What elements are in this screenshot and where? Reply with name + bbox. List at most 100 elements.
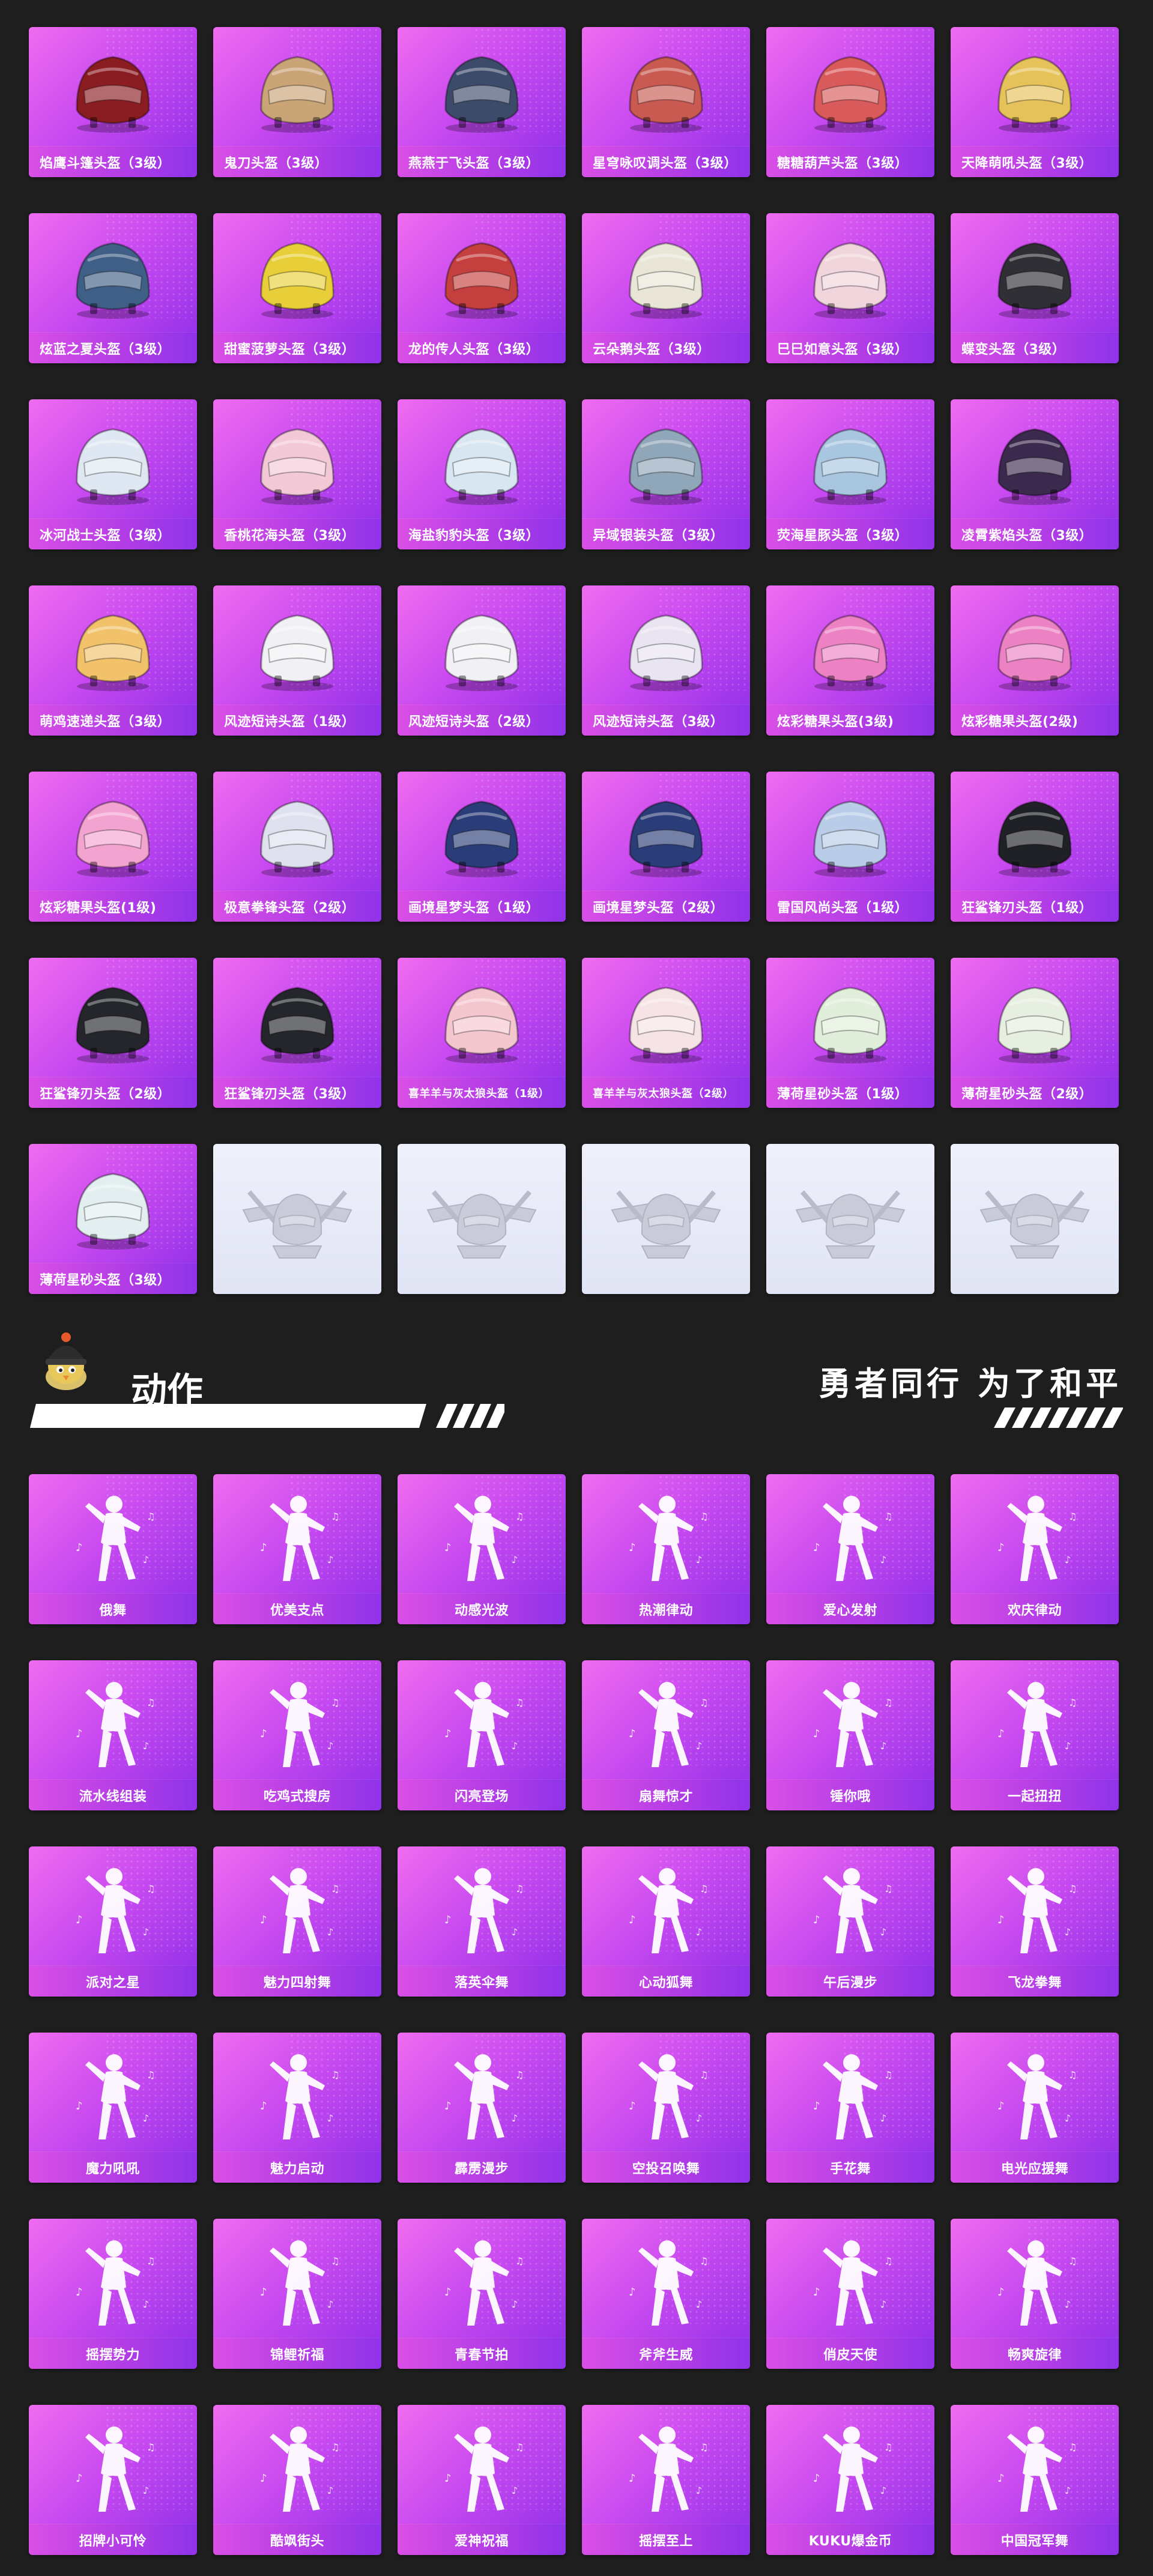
emote-card[interactable]: ♪ ♫ ♪ 魅力四射舞	[213, 1846, 381, 1997]
helmet-card[interactable]: 炫蓝之夏头盔（3级）	[29, 213, 197, 363]
helmet-card[interactable]: 薄荷星砂头盔（1级）	[766, 958, 934, 1108]
svg-text:♪: ♪	[260, 1728, 267, 1740]
emote-card[interactable]: ♪ ♫ ♪ 摇摆势力	[29, 2219, 197, 2369]
card-label-bar: 手花舞	[766, 2151, 934, 2183]
emote-card[interactable]: ♪ ♫ ♪ 魅力启动	[213, 2033, 381, 2183]
emote-card[interactable]: ♪ ♫ ♪ 俄舞	[29, 1474, 197, 1624]
helmet-card[interactable]: 狂鲨锋刃头盔（2级）	[29, 958, 197, 1108]
locked-placeholder-card[interactable]	[582, 1144, 750, 1294]
svg-text:♪: ♪	[327, 1740, 333, 1752]
emote-card[interactable]: ♪ ♫ ♪ 热潮律动	[582, 1474, 750, 1624]
helmet-card[interactable]: 喜羊羊与灰太狼头盔（2级）	[582, 958, 750, 1108]
emote-card[interactable]: ♪ ♫ ♪ KUKU爆金币	[766, 2405, 934, 2555]
emote-card[interactable]: ♪ ♫ ♪ 电光应援舞	[951, 2033, 1119, 2183]
dancer-silhouette-icon: ♪ ♫ ♪	[629, 2426, 708, 2512]
emote-card[interactable]: ♪ ♫ ♪ 青春节拍	[398, 2219, 566, 2369]
emote-card[interactable]: ♪ ♫ ♪ 流水线组装	[29, 1660, 197, 1810]
emote-card[interactable]: ♪ ♫ ♪ 午后漫步	[766, 1846, 934, 1997]
emote-card[interactable]: ♪ ♫ ♪ 锤你哦	[766, 1660, 934, 1810]
card-label-bar: 热潮律动	[582, 1593, 750, 1624]
svg-text:♪: ♪	[76, 1728, 83, 1740]
helmet-card[interactable]: 龙的传人头盔（3级）	[398, 213, 566, 363]
emote-card[interactable]: ♪ ♫ ♪ 摇摆至上	[582, 2405, 750, 2555]
helmet-card[interactable]: 画境星梦头盔（1级）	[398, 772, 566, 922]
emote-card[interactable]: ♪ ♫ ♪ 落英伞舞	[398, 1846, 566, 1997]
emote-card[interactable]: ♪ ♫ ♪ 闪亮登场	[398, 1660, 566, 1810]
emote-card[interactable]: ♪ ♫ ♪ 中国冠军舞	[951, 2405, 1119, 2555]
helmet-card[interactable]: 炫彩糖果头盔(2级)	[951, 585, 1119, 736]
emote-card[interactable]: ♪ ♫ ♪ 霹雳漫步	[398, 2033, 566, 2183]
helmet-card[interactable]: 燕燕于飞头盔（3级）	[398, 27, 566, 177]
emote-card[interactable]: ♪ ♫ ♪ 欢庆律动	[951, 1474, 1119, 1624]
emote-card[interactable]: ♪ ♫ ♪ 心动狐舞	[582, 1846, 750, 1997]
emote-card[interactable]: ♪ ♫ ♪ 锦鲤祈福	[213, 2219, 381, 2369]
emote-card[interactable]: ♪ ♫ ♪ 手花舞	[766, 2033, 934, 2183]
helmet-card[interactable]: 荧海星豚头盔（3级）	[766, 399, 934, 549]
card-label: 魔力吼吼	[85, 2161, 140, 2177]
emote-card[interactable]: ♪ ♫ ♪ 派对之星	[29, 1846, 197, 1997]
helmet-card[interactable]: 天降萌吼头盔（3级）	[951, 27, 1119, 177]
emote-card[interactable]: ♪ ♫ ♪ 一起扭扭	[951, 1660, 1119, 1810]
helmet-card[interactable]: 薄荷星砂头盔（3级）	[29, 1144, 197, 1294]
helmet-card[interactable]: 焰鹰斗篷头盔（3级）	[29, 27, 197, 177]
emote-card[interactable]: ♪ ♫ ♪ 扇舞惊才	[582, 1660, 750, 1810]
emote-card[interactable]: ♪ ♫ ♪ 斧斧生威	[582, 2219, 750, 2369]
emote-card[interactable]: ♪ ♫ ♪ 招牌小可怜	[29, 2405, 197, 2555]
locked-placeholder-card[interactable]	[213, 1144, 381, 1294]
helmet-card[interactable]: 炫彩糖果头盔(3级)	[766, 585, 934, 736]
card-label: 焰鹰斗篷头盔（3级）	[40, 156, 171, 171]
helmet-card[interactable]: 风迹短诗头盔（2级）	[398, 585, 566, 736]
emote-card[interactable]: ♪ ♫ ♪ 飞龙拳舞	[951, 1846, 1119, 1997]
emote-card[interactable]: ♪ ♫ ♪ 爱神祝福	[398, 2405, 566, 2555]
helmet-card[interactable]: 狂鲨锋刃头盔（1级）	[951, 772, 1119, 922]
helmet-card[interactable]: 蝶变头盔（3级）	[951, 213, 1119, 363]
helmet-card[interactable]: 甜蜜菠萝头盔（3级）	[213, 213, 381, 363]
emote-card[interactable]: ♪ ♫ ♪ 吃鸡式搜房	[213, 1660, 381, 1810]
helmet-icon	[76, 242, 150, 319]
emote-card[interactable]: ♪ ♫ ♪ 酷飒街头	[213, 2405, 381, 2555]
svg-text:♪: ♪	[444, 2286, 452, 2299]
card-label: 手花舞	[830, 2161, 871, 2177]
emote-card[interactable]: ♪ ♫ ♪ 俏皮天使	[766, 2219, 934, 2369]
helmet-card[interactable]: 星穹咏叹调头盔（3级）	[582, 27, 750, 177]
svg-text:♪: ♪	[696, 1740, 702, 1752]
helmet-card[interactable]: 炫彩糖果头盔(1级)	[29, 772, 197, 922]
card-label: 优美支点	[270, 1603, 324, 1618]
helmet-card[interactable]: 风迹短诗头盔（1级）	[213, 585, 381, 736]
emote-card[interactable]: ♪ ♫ ♪ 魔力吼吼	[29, 2033, 197, 2183]
card-label-bar: 中国冠军舞	[951, 2524, 1119, 2555]
helmet-card[interactable]: 香桃花海头盔（3级）	[213, 399, 381, 549]
helmet-card[interactable]: 巳巳如意头盔（3级）	[766, 213, 934, 363]
emote-card[interactable]: ♪ ♫ ♪ 爱心发射	[766, 1474, 934, 1624]
card-label-bar: 炫彩糖果头盔(3级)	[766, 704, 934, 736]
helmet-card[interactable]: 薄荷星砂头盔（2级）	[951, 958, 1119, 1108]
helmet-card[interactable]: 萌鸡速递头盔（3级）	[29, 585, 197, 736]
helmet-icon	[997, 428, 1072, 505]
helmet-card[interactable]: 雷国风尚头盔（1级）	[766, 772, 934, 922]
helmet-card[interactable]: 海盐豹豹头盔（3级）	[398, 399, 566, 549]
helmet-card[interactable]: 异域银装头盔（3级）	[582, 399, 750, 549]
helmet-card[interactable]: 云朵鹅头盔（3级）	[582, 213, 750, 363]
helmet-card[interactable]: 糖糖葫芦头盔（3级）	[766, 27, 934, 177]
helmet-icon	[76, 1173, 150, 1250]
helmet-card[interactable]: 鬼刀头盔（3级）	[213, 27, 381, 177]
helmet-card[interactable]: 凌霄紫焰头盔（3级）	[951, 399, 1119, 549]
helmet-card[interactable]: 画境星梦头盔（2级）	[582, 772, 750, 922]
card-label: 狂鲨锋刃头盔（2级）	[40, 1086, 171, 1102]
helmet-card[interactable]: 冰河战士头盔（3级）	[29, 399, 197, 549]
card-label: 薄荷星砂头盔（1级）	[777, 1086, 909, 1102]
helmet-card[interactable]: 极意拳锋头盔（2级）	[213, 772, 381, 922]
helmet-icon	[76, 56, 150, 133]
locked-placeholder-card[interactable]	[951, 1144, 1119, 1294]
emote-card[interactable]: ♪ ♫ ♪ 畅爽旋律	[951, 2219, 1119, 2369]
locked-placeholder-card[interactable]	[398, 1144, 566, 1294]
helmet-card[interactable]: 狂鲨锋刃头盔（3级）	[213, 958, 381, 1108]
emote-card[interactable]: ♪ ♫ ♪ 动感光波	[398, 1474, 566, 1624]
emote-card[interactable]: ♪ ♫ ♪ 空投召唤舞	[582, 2033, 750, 2183]
helmet-card[interactable]: 喜羊羊与灰太狼头盔（1级）	[398, 958, 566, 1108]
helmet-card[interactable]: 风迹短诗头盔（3级）	[582, 585, 750, 736]
emote-card[interactable]: ♪ ♫ ♪ 优美支点	[213, 1474, 381, 1624]
svg-text:♪: ♪	[813, 1914, 820, 1926]
locked-placeholder-card[interactable]	[766, 1144, 934, 1294]
card-label: 欢庆律动	[1007, 1603, 1062, 1618]
